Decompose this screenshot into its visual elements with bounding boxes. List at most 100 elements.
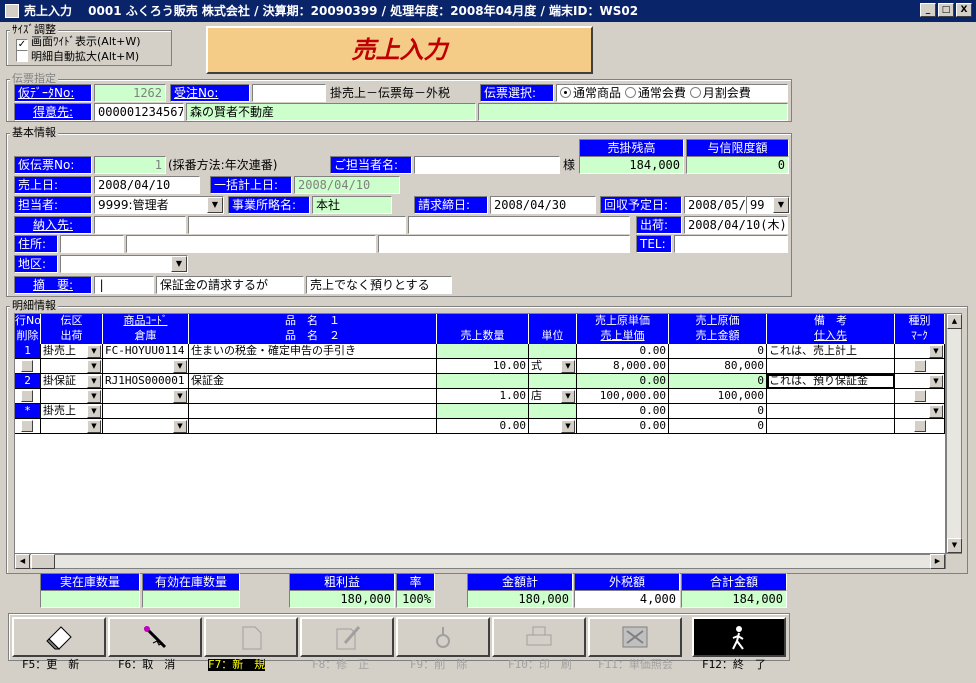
chevron-down-icon[interactable]: ▼ xyxy=(929,345,943,358)
collect-field[interactable]: 2008/05/ xyxy=(684,196,746,214)
area-select[interactable] xyxy=(60,255,188,273)
mark-checkbox[interactable] xyxy=(914,420,926,432)
memo-label[interactable]: 摘 要: xyxy=(14,276,92,294)
delete-checkbox[interactable] xyxy=(21,420,33,432)
scroll-thumb[interactable] xyxy=(31,554,55,569)
kari-slip-field[interactable]: 1 xyxy=(94,156,166,174)
row1-amount[interactable]: 80,000 xyxy=(669,359,767,374)
chevron-down-icon[interactable]: ▼ xyxy=(87,390,101,403)
row2-name1[interactable]: 保証金 xyxy=(189,374,437,389)
chevron-down-icon[interactable]: ▼ xyxy=(561,420,575,433)
chevron-down-icon[interactable]: ▼ xyxy=(171,256,187,272)
delivery-name-field[interactable] xyxy=(188,216,406,234)
delivery-extra-field[interactable] xyxy=(408,216,630,234)
customer-code-field[interactable]: 000001234567 xyxy=(94,103,184,121)
hdr-code[interactable]: 商品ｺｰﾄﾞ xyxy=(103,314,189,329)
kari-data-label[interactable]: 仮ﾃﾞｰﾀNo: xyxy=(14,84,92,102)
juchu-label[interactable]: 受注No: xyxy=(170,84,250,102)
row1-memo[interactable]: これは、売上計上 xyxy=(767,344,895,359)
close-button[interactable]: X xyxy=(956,3,972,17)
sales-date-field[interactable]: 2008/04/10 xyxy=(94,176,200,194)
row2-code[interactable]: RJ1HOS000001 xyxy=(103,374,189,389)
row3-price[interactable]: 0.00 xyxy=(577,419,669,434)
mark-checkbox[interactable] xyxy=(914,360,926,372)
f12-exit-button[interactable] xyxy=(692,617,786,657)
scroll-down-icon[interactable]: ▼ xyxy=(947,538,962,553)
chevron-down-icon[interactable]: ▼ xyxy=(87,420,101,433)
tax-field[interactable]: 4,000 xyxy=(574,590,680,608)
row1-no[interactable]: 1 xyxy=(15,344,41,359)
chevron-down-icon[interactable]: ▼ xyxy=(773,197,789,213)
row2-no[interactable]: 2 xyxy=(15,374,41,389)
row3-memo[interactable] xyxy=(767,404,895,419)
row2-qty[interactable]: 1.00 xyxy=(437,389,529,404)
row1-code[interactable]: FC-HOYUU0114 xyxy=(103,344,189,359)
auto-zoom-checkbox[interactable]: 明細自動拡大(Alt+M) xyxy=(16,49,139,64)
row2-name2[interactable] xyxy=(189,389,437,404)
f11-price-lookup-button[interactable] xyxy=(588,617,682,657)
tel-field[interactable] xyxy=(674,235,788,253)
chevron-down-icon[interactable]: ▼ xyxy=(929,375,943,388)
delete-checkbox[interactable] xyxy=(21,390,33,402)
f6-cancel-button[interactable] xyxy=(108,617,202,657)
row3-name2[interactable] xyxy=(189,419,437,434)
scroll-left-icon[interactable]: ◀ xyxy=(15,554,30,569)
row1-price[interactable]: 8,000.00 xyxy=(577,359,669,374)
staff-select[interactable]: 9999:管理者 xyxy=(94,196,224,214)
kari-data-field[interactable]: 1262 xyxy=(94,84,166,102)
chevron-down-icon[interactable]: ▼ xyxy=(173,420,187,433)
memo2-field[interactable]: 売上でなく預りとする xyxy=(306,276,452,294)
radio-monthly-fee[interactable]: 月割会費 xyxy=(689,86,751,100)
row2-supplier[interactable] xyxy=(767,389,895,404)
detail-grid[interactable]: 行No 伝区 商品ｺｰﾄﾞ 品 名 １ 売上原単価 売上原価 備 考 種別 削除… xyxy=(14,313,946,554)
delivery-label[interactable]: 納入先: xyxy=(14,216,92,234)
row2-price[interactable]: 100,000.00 xyxy=(577,389,669,404)
row3-cost-unit[interactable]: 0.00 xyxy=(577,404,669,419)
zip-field[interactable] xyxy=(60,235,124,253)
chevron-down-icon[interactable]: ▼ xyxy=(87,360,101,373)
maximize-button[interactable]: □ xyxy=(938,3,954,17)
row1-cost-unit[interactable]: 0.00 xyxy=(577,344,669,359)
row1-name2[interactable] xyxy=(189,359,437,374)
chevron-down-icon[interactable]: ▼ xyxy=(561,360,575,373)
row1-name1[interactable]: 住まいの税金・確定申告の手引き xyxy=(189,344,437,359)
chevron-down-icon[interactable]: ▼ xyxy=(173,360,187,373)
radio-normal-fee[interactable]: 通常会費 xyxy=(624,86,686,100)
row2-cost-unit[interactable]: 0.00 xyxy=(577,374,669,389)
delete-checkbox[interactable] xyxy=(21,360,33,372)
memo-code-field[interactable]: | xyxy=(94,276,154,294)
row2-memo[interactable]: これは、預り保証金 xyxy=(767,374,895,389)
chevron-down-icon[interactable]: ▼ xyxy=(87,345,101,358)
minimize-button[interactable]: _ xyxy=(920,3,936,17)
f9-delete-button[interactable] xyxy=(396,617,490,657)
row1-supplier[interactable] xyxy=(767,359,895,374)
tanto-field[interactable] xyxy=(414,156,560,174)
f8-edit-button[interactable] xyxy=(300,617,394,657)
billing-field[interactable]: 2008/04/30 xyxy=(490,196,596,214)
address1-field[interactable] xyxy=(126,235,376,253)
row3-name1[interactable] xyxy=(189,404,437,419)
chevron-down-icon[interactable]: ▼ xyxy=(87,405,101,418)
chevron-down-icon[interactable]: ▼ xyxy=(561,390,575,403)
juchu-field[interactable] xyxy=(252,84,326,102)
f10-print-button[interactable] xyxy=(492,617,586,657)
row2-cost[interactable]: 0 xyxy=(669,374,767,389)
delivery-code-field[interactable] xyxy=(94,216,186,234)
scroll-right-icon[interactable]: ▶ xyxy=(930,554,945,569)
ship-field[interactable]: 2008/04/10(木) xyxy=(684,216,788,234)
row2-amount[interactable]: 100,000 xyxy=(669,389,767,404)
chevron-down-icon[interactable]: ▼ xyxy=(87,375,101,388)
row1-qty[interactable]: 10.00 xyxy=(437,359,529,374)
memo1-field[interactable]: 保証金の請求するが xyxy=(156,276,304,294)
radio-normal-goods[interactable]: 通常商品 xyxy=(560,86,621,100)
mark-checkbox[interactable] xyxy=(914,390,926,402)
chevron-down-icon[interactable]: ▼ xyxy=(207,197,223,213)
chevron-down-icon[interactable]: ▼ xyxy=(929,405,943,418)
row1-cost[interactable]: 0 xyxy=(669,344,767,359)
vertical-scrollbar[interactable]: ▲ ▼ xyxy=(946,313,962,554)
row3-amount[interactable]: 0 xyxy=(669,419,767,434)
horizontal-scrollbar[interactable]: ◀ ▶ xyxy=(14,554,946,569)
row3-cost[interactable]: 0 xyxy=(669,404,767,419)
row3-supplier[interactable] xyxy=(767,419,895,434)
f7-new-button[interactable] xyxy=(204,617,298,657)
